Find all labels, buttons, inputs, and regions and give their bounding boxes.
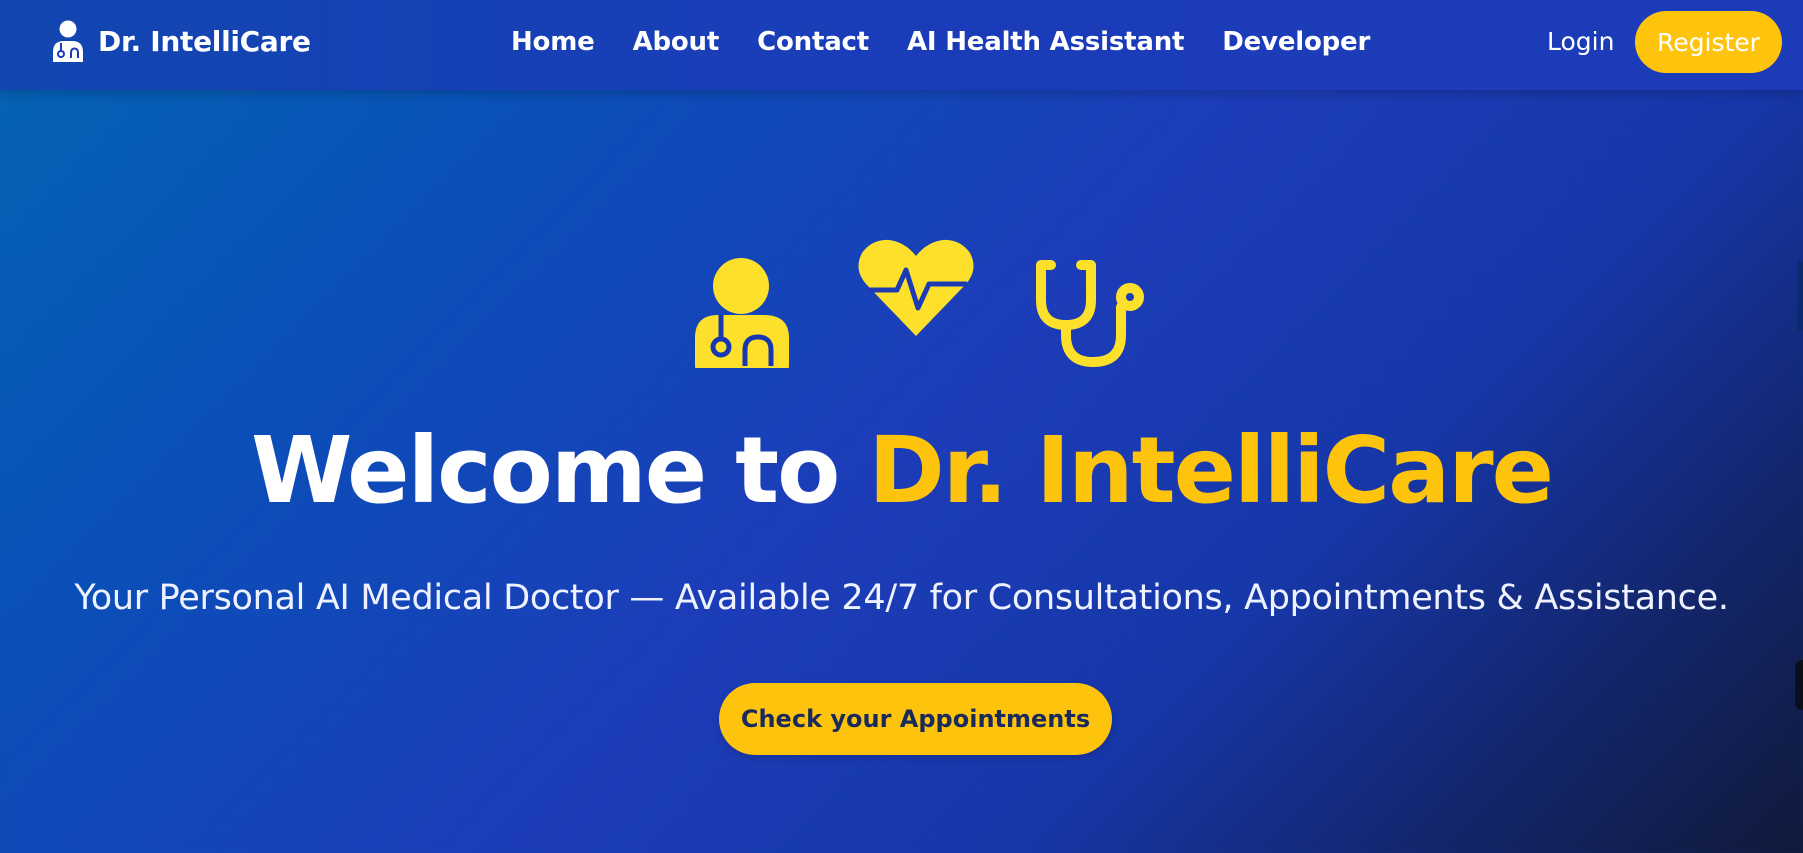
doctor-icon: [695, 258, 789, 368]
check-appointments-button[interactable]: Check your Appointments: [719, 683, 1112, 755]
navbar: Dr. IntelliCare Home About Contact AI He…: [0, 0, 1803, 90]
main-nav: Home About Contact AI Health Assistant D…: [511, 22, 1370, 62]
doctor-icon: [53, 20, 83, 62]
headline-prefix: Welcome to: [250, 417, 840, 524]
stethoscope-icon: [1036, 260, 1144, 367]
headline-highlight: Dr. IntelliCare: [868, 417, 1554, 524]
brand-logo[interactable]: Dr. IntelliCare: [50, 20, 311, 62]
nav-ai-health-assistant[interactable]: AI Health Assistant: [907, 27, 1184, 57]
hero-subtitle: Your Personal AI Medical Doctor — Availa…: [74, 578, 1729, 618]
scroll-handle[interactable]: [1797, 260, 1803, 332]
brand-name: Dr. IntelliCare: [98, 24, 311, 58]
floating-widget-edge[interactable]: [1795, 660, 1803, 710]
register-button[interactable]: Register: [1635, 11, 1782, 73]
nav-home[interactable]: Home: [511, 27, 595, 57]
login-link[interactable]: Login: [1547, 22, 1614, 62]
hero-headline: Welcome to Dr. IntelliCare: [0, 416, 1803, 526]
nav-about[interactable]: About: [633, 27, 720, 57]
nav-contact[interactable]: Contact: [757, 27, 869, 57]
nav-developer[interactable]: Developer: [1222, 27, 1370, 57]
heartbeat-icon: [858, 239, 974, 336]
